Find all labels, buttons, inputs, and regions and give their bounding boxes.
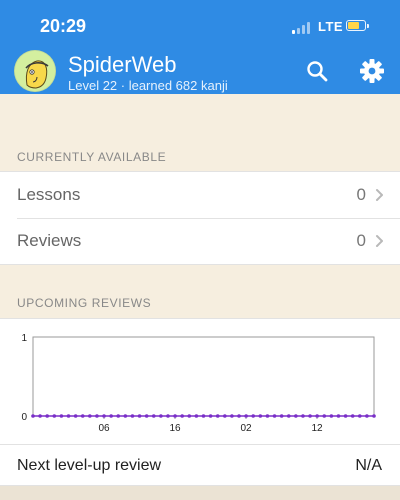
data-point [230,414,234,418]
data-point [308,414,312,418]
data-point [180,414,184,418]
lessons-row[interactable]: Lessons 0 [0,172,400,218]
status-bar: 20:29 LTE [0,0,400,48]
search-icon [307,61,328,82]
gear-icon [360,59,384,83]
data-point [187,414,192,418]
data-point [194,414,199,418]
data-point [173,414,177,418]
data-point [336,414,341,418]
data-point [357,414,362,418]
x-tick-label: 12 [311,423,323,434]
bottom-background [0,486,400,500]
data-point [151,414,156,418]
chart-plot-area [32,336,375,417]
data-point [166,414,170,418]
data-point [31,414,35,418]
data-point [52,414,57,418]
lessons-count: 0 [356,185,366,204]
data-point [223,414,227,418]
data-point [159,414,163,418]
reviews-row[interactable]: Reviews 0 [0,218,400,264]
data-point [350,414,355,418]
data-point [144,414,149,418]
chevron-right-icon [376,189,383,201]
data-point [258,414,263,418]
data-point [59,414,64,418]
data-point [365,414,369,418]
data-point [208,414,213,418]
data-point [123,414,128,418]
search-button[interactable] [304,58,330,84]
data-point [286,414,291,418]
reviews-label: Reviews [17,231,82,250]
user-level-summary: Level 22 · learned 682 kanji [68,78,228,93]
data-point [137,414,142,418]
app-header: 20:29 LTE SpiderWeb Level 22 · learned 6… [0,0,400,94]
x-tick-label: 16 [169,423,181,434]
data-point [244,414,248,418]
chevron-right-icon [376,235,383,247]
data-point [73,414,78,418]
username: SpiderWeb [68,52,177,77]
data-point [116,414,121,418]
next-levelup-value: N/A [355,457,382,474]
data-point [343,414,348,418]
data-point [66,414,71,418]
status-time: 20:29 [40,16,87,36]
data-point [294,414,298,418]
avatar[interactable] [14,50,56,92]
upcoming-reviews-chart-card: 1 0 06 16 02 12 [0,318,400,444]
settings-button[interactable] [359,58,385,84]
battery-icon [346,20,369,31]
x-tick-label: 06 [98,423,110,434]
data-point [45,414,50,418]
data-point [322,414,327,418]
x-tick-label: 02 [240,423,252,434]
data-point [109,414,113,418]
data-point [237,414,241,418]
data-point [102,414,106,418]
data-point [301,414,305,418]
data-point [329,414,334,418]
upcoming-reviews-chart: 1 0 06 16 02 12 [21,333,376,434]
upcoming-reviews-heading: UPCOMING REVIEWS [17,296,152,310]
data-point [372,414,376,418]
signal-icon [292,21,314,34]
y-tick-label: 0 [21,412,27,423]
currently-available-list: Lessons 0 Reviews 0 [0,171,400,265]
lessons-label: Lessons [17,185,81,204]
data-point [215,414,220,418]
data-point [279,414,284,418]
next-levelup-row: Next level-up review N/A [0,444,400,486]
data-point [201,414,206,418]
data-point [265,414,270,418]
reviews-count: 0 [356,231,366,250]
network-label: LTE [318,19,344,34]
next-levelup-label: Next level-up review [17,457,162,474]
data-point [130,414,135,418]
y-tick-label: 1 [21,333,27,344]
data-point [38,414,42,418]
data-point [251,414,256,418]
data-point [315,414,319,418]
data-point [88,414,92,418]
avatar-character-icon [15,51,55,91]
data-point [80,414,85,418]
currently-available-heading: CURRENTLY AVAILABLE [17,150,167,164]
data-point [272,414,277,418]
data-point [95,414,99,418]
